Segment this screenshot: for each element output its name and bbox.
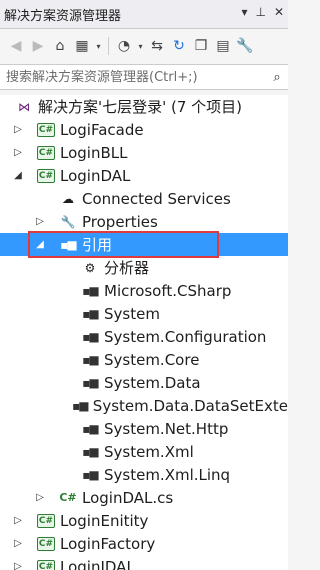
assembly-reference-icon: ▪■	[82, 375, 99, 390]
tree-item-label: LogiFacade	[60, 120, 144, 139]
assembly-reference-icon: ▪■	[82, 421, 99, 436]
panel-title-bar: 解决方案资源管理器 ▾ ⊥ ✕	[0, 0, 288, 29]
tree-item-solution[interactable]: ⋈ 解决方案'七层登录' (7 个项目)	[0, 95, 288, 118]
csharp-project-icon: C#	[37, 145, 55, 160]
tree-item-reference[interactable]: ▪■ System.Xml	[0, 440, 288, 463]
tree-item-label: Connected Services	[82, 189, 231, 208]
pin-icon[interactable]: ⊥	[255, 5, 265, 19]
tree-item-label: System.Xml	[104, 442, 194, 461]
visual-studio-solution-icon: ⋈	[18, 99, 30, 114]
tree-item-label: LoginDAL.cs	[82, 488, 174, 507]
csharp-project-icon: C#	[36, 559, 56, 570]
expand-icon[interactable]: ▷	[12, 515, 24, 526]
solution-explorer-toolbar: ◀ ▶ ⌂ ▦ ▾ ◔ ▾ ⇆ ↻ ❐ ▤ 🔧	[0, 30, 288, 62]
tree-item-project[interactable]: ▷ C# LoginIDAL	[0, 555, 288, 570]
pending-changes-icon[interactable]: ◔	[114, 35, 134, 57]
back-icon[interactable]: ◀	[6, 35, 26, 57]
tree-item-file[interactable]: ▷ C# LoginDAL.cs	[0, 486, 288, 509]
toolbar-separator	[108, 37, 109, 55]
panel-controls: ▾ ⊥ ✕	[241, 5, 284, 19]
switch-views-icon[interactable]: ▦	[72, 35, 92, 57]
tree-item-label: Properties	[82, 212, 158, 231]
tree-item-label: System	[104, 304, 160, 323]
tree-item-label: LoginDAL	[60, 166, 131, 185]
csharp-project-icon: C#	[37, 513, 55, 528]
tree-item-label: Microsoft.CSharp	[104, 281, 232, 300]
tree-item-label: System.Configuration	[104, 327, 267, 346]
search-input[interactable]	[0, 65, 266, 89]
wrench-icon: 🔧	[60, 214, 76, 229]
tree-item-label: LoginBLL	[60, 143, 128, 162]
tree-item-label: LoginEnitity	[60, 511, 149, 530]
tree-item-label: 引用	[82, 236, 113, 254]
sync-icon[interactable]: ⇆	[147, 35, 167, 57]
tree-item-label: System.Core	[104, 350, 200, 369]
csharp-project-icon: C#	[37, 168, 55, 183]
csharp-file-icon: C#	[59, 491, 77, 504]
assembly-reference-icon: ▪■	[72, 398, 89, 413]
home-icon[interactable]: ⌂	[50, 35, 70, 57]
tree-item-label: System.Xml.Linq	[104, 465, 231, 484]
tree-item-project[interactable]: ▷ C# LoginFactory	[0, 532, 288, 555]
refresh-icon[interactable]: ↻	[169, 35, 189, 57]
analyzer-icon: ⚙	[84, 260, 96, 275]
tree-item-reference[interactable]: ▪■ System.Configuration	[0, 325, 288, 348]
collapse-icon[interactable]: ◢	[12, 170, 24, 181]
assembly-reference-icon: ▪■	[82, 306, 99, 321]
tree-item-label: System.Net.Http	[104, 419, 229, 438]
tree-item-reference[interactable]: ▪■ System.Net.Http	[0, 417, 288, 440]
search-icon[interactable]: ⌕	[266, 70, 288, 85]
solution-tree: ⋈ 解决方案'七层登录' (7 个项目) ▷ C# LogiFacade ▷ C…	[0, 95, 288, 570]
tree-item-references[interactable]: ◢ ▪■ 引用	[0, 233, 288, 256]
collapse-icon[interactable]: ◢	[34, 239, 46, 250]
chevron-down-icon[interactable]: ▾	[94, 42, 103, 51]
tree-item-project[interactable]: ▷ C# LogiFacade	[0, 118, 288, 141]
tree-item-reference[interactable]: ▪■ System.Data	[0, 371, 288, 394]
tree-item-label: LoginFactory	[60, 534, 156, 553]
properties-icon[interactable]: 🔧	[235, 35, 255, 57]
csharp-project-icon: C#	[37, 536, 55, 551]
assembly-reference-icon: ▪■	[82, 329, 99, 344]
assembly-reference-icon: ▪■	[82, 352, 99, 367]
forward-icon[interactable]: ▶	[28, 35, 48, 57]
tree-item-properties[interactable]: ▷ 🔧 Properties	[0, 210, 288, 233]
search-bar: ⌕	[0, 64, 288, 90]
assembly-reference-icon: ▪■	[82, 283, 99, 298]
tree-item-label: 分析器	[104, 259, 150, 277]
dropdown-icon[interactable]: ▾	[241, 5, 247, 19]
expand-icon[interactable]: ▷	[34, 216, 46, 227]
tree-item-project[interactable]: ▷ C# LoginBLL	[0, 141, 288, 164]
assembly-reference-icon: ▪■	[82, 467, 99, 482]
chevron-down-icon[interactable]: ▾	[136, 42, 145, 51]
tree-item-reference[interactable]: ▪■ System.Xml.Linq	[0, 463, 288, 486]
expand-icon[interactable]: ▷	[34, 492, 46, 503]
tree-item-analyzers[interactable]: ⚙ 分析器	[0, 256, 288, 279]
expand-icon[interactable]: ▷	[12, 538, 24, 549]
csharp-project-icon: C#	[37, 122, 55, 137]
tree-item-label: 解决方案'七层登录' (7 个项目)	[38, 98, 243, 116]
collapse-all-icon[interactable]: ❐	[191, 35, 211, 57]
tree-item-project[interactable]: ◢ C# LoginDAL	[0, 164, 288, 187]
cloud-icon: ☁	[62, 191, 74, 206]
show-all-files-icon[interactable]: ▤	[213, 35, 233, 57]
expand-icon[interactable]: ▷	[12, 124, 24, 135]
references-icon: ▪■	[60, 237, 77, 252]
close-icon[interactable]: ✕	[274, 5, 284, 19]
tree-item-label: System.Data.DataSetExte	[92, 396, 288, 415]
assembly-reference-icon: ▪■	[82, 444, 99, 459]
tree-item-reference[interactable]: ▪■ System.Core	[0, 348, 288, 371]
expand-icon[interactable]: ▷	[12, 147, 24, 158]
tree-item-label: LoginIDAL	[60, 557, 135, 570]
tree-item-label: System.Data	[104, 373, 201, 392]
tree-item-connected-services[interactable]: ☁ Connected Services	[0, 187, 288, 210]
expand-icon[interactable]: ▷	[12, 561, 24, 570]
panel-title: 解决方案资源管理器	[4, 8, 122, 24]
tree-item-project[interactable]: ▷ C# LoginEnitity	[0, 509, 288, 532]
tree-item-reference[interactable]: ▪■ System.Data.DataSetExte	[0, 394, 288, 417]
tree-item-reference[interactable]: ▪■ Microsoft.CSharp	[0, 279, 288, 302]
tree-item-reference[interactable]: ▪■ System	[0, 302, 288, 325]
